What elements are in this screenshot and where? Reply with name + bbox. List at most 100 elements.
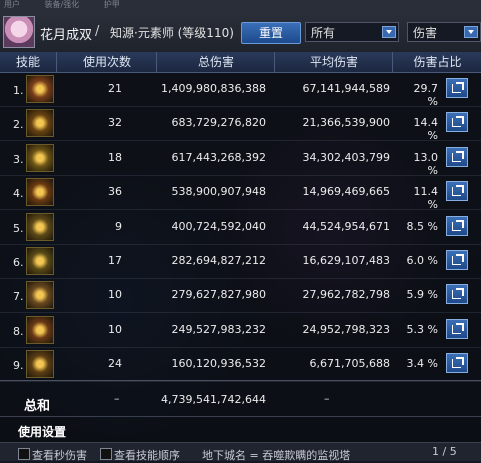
col-damage-pct[interactable]: 伤害占比: [392, 52, 481, 72]
chevron-down-icon[interactable]: [382, 26, 396, 38]
table-row[interactable]: 8. 10 249,527,983,232 24,952,798,323 5.3 %: [0, 313, 481, 348]
row-uses: 24: [108, 357, 122, 371]
col-skill[interactable]: 技能: [0, 52, 56, 72]
row-total-damage: 538,900,907,948: [171, 185, 266, 199]
row-avg-damage: 34,302,403,799: [302, 150, 390, 164]
show-skill-order-label: 查看技能顺序: [114, 449, 180, 462]
row-avg-damage: 6,671,705,688: [309, 357, 390, 371]
menu-armor[interactable]: 护甲: [104, 0, 120, 9]
row-rank: 4.: [13, 187, 24, 201]
row-avg-damage: 21,366,539,900: [302, 116, 390, 130]
row-total-damage: 282,694,827,212: [171, 254, 266, 267]
row-rank: 7.: [13, 290, 24, 304]
export-icon[interactable]: [446, 284, 468, 305]
table-row[interactable]: 3. 18 617,443,268,392 34,302,403,799 13.0 %: [0, 141, 481, 177]
avatar: [3, 16, 35, 48]
settings-button[interactable]: 使用设置: [18, 423, 66, 440]
character-class-level: 知源·元素师 (等级110): [110, 26, 234, 40]
table-row[interactable]: 9. 24 160,120,936,532 6,671,705,688 3.4 %: [0, 347, 481, 383]
reset-button[interactable]: 重置: [241, 22, 301, 44]
row-rank: 8.: [13, 324, 24, 338]
row-total-damage: 683,729,276,820: [171, 116, 266, 130]
pager[interactable]: 1 / 5: [432, 445, 457, 458]
export-icon[interactable]: [446, 146, 468, 167]
table-row[interactable]: 2. 32 683,729,276,820 21,366,539,900 14.4 %: [0, 106, 481, 143]
pillars-skill-icon: [26, 247, 54, 275]
row-total-damage: 279,627,827,980: [171, 288, 266, 302]
starburst-skill-icon: [26, 143, 54, 172]
row-avg-damage: 16,629,107,483: [302, 254, 390, 267]
stats-header: 花月成双 / 知源·元素师 (等级110) 重置 所有 伤害: [0, 10, 481, 53]
row-total-damage: 400,724,592,040: [171, 219, 266, 233]
show-dps-checkbox[interactable]: [18, 448, 30, 460]
row-avg-damage: 44,524,954,671: [302, 219, 390, 233]
row-avg-damage: 24,952,798,323: [302, 322, 390, 336]
footer-bar: 查看秒伤害 查看技能顺序 地下城名 = 吞噬欺瞒的监视塔 1 / 5: [0, 442, 481, 462]
row-avg-damage: 67,141,944,589: [302, 82, 390, 95]
row-total-damage: 249,527,983,232: [171, 322, 266, 336]
row-damage-pct: 5.3 %: [406, 322, 438, 336]
row-rank: 9.: [13, 359, 24, 373]
table-row[interactable]: 1. 21 1,409,980,836,388 67,141,944,589 29.7 …: [0, 72, 481, 108]
row-uses: 32: [108, 116, 122, 130]
menu-users[interactable]: 用户: [4, 0, 20, 9]
ripple-skill-icon: [26, 281, 54, 310]
gate-skill-icon: [26, 350, 54, 379]
row-uses: 21: [108, 82, 122, 95]
row-damage-pct: 14.4 %: [413, 116, 439, 143]
metric-dropdown[interactable]: 伤害: [407, 22, 481, 42]
export-icon[interactable]: [446, 112, 468, 133]
row-uses: 10: [108, 322, 122, 336]
flame-burst-skill-icon: [26, 109, 54, 138]
table-row[interactable]: 7. 10 279,627,827,980 27,962,782,798 5.9 %: [0, 278, 481, 314]
row-total-damage: 617,443,268,392: [171, 150, 266, 164]
top-menu-strip: 用户 装备/强化 护甲: [0, 0, 481, 10]
summary-label: 总和: [24, 399, 51, 414]
row-rank: 3.: [13, 152, 24, 166]
blaze-skill-icon: [26, 178, 54, 207]
summary-avg-damage: –: [324, 392, 330, 405]
col-total-damage[interactable]: 总伤害: [156, 52, 275, 72]
row-total-damage: 160,120,936,532: [171, 357, 266, 371]
row-uses: 17: [108, 254, 122, 267]
show-skill-order-checkbox[interactable]: [100, 448, 112, 460]
show-dps-label: 查看秒伤害: [32, 449, 87, 462]
col-avg-damage[interactable]: 平均伤害: [274, 52, 393, 72]
menu-equipment[interactable]: 装备/强化: [45, 0, 80, 9]
export-icon[interactable]: [446, 78, 468, 98]
export-icon[interactable]: [446, 215, 468, 236]
summary-total-damage: 4,739,541,742,644: [161, 393, 266, 406]
row-damage-pct: 5.9 %: [406, 288, 438, 302]
export-icon[interactable]: [446, 318, 468, 339]
export-icon[interactable]: [446, 250, 468, 270]
export-icon[interactable]: [446, 181, 468, 202]
name-separator: /: [95, 24, 100, 39]
row-damage-pct: 11.4 %: [413, 185, 439, 212]
table-row[interactable]: 5. 9 400,724,592,040 44,524,954,671 8.5 %: [0, 210, 481, 245]
table-row[interactable]: 6. 17 282,694,827,212 16,629,107,483 6.0 %: [0, 244, 481, 279]
row-uses: 36: [108, 185, 122, 199]
export-icon[interactable]: [446, 353, 468, 374]
row-uses: 18: [108, 150, 122, 164]
chevron-down-icon[interactable]: [464, 26, 478, 38]
row-rank: 6.: [13, 256, 24, 269]
meteor-skill-icon: [26, 315, 54, 344]
summary-row: 总和 – 4,739,541,742,644 –: [0, 380, 481, 417]
metric-dropdown-value: 伤害: [413, 26, 438, 40]
character-name: 花月成双: [40, 28, 93, 43]
table-header: 技能 使用次数 总伤害 平均伤害 伤害占比: [0, 52, 481, 73]
row-damage-pct: 3.4 %: [406, 357, 438, 371]
filter-dropdown[interactable]: 所有: [305, 22, 399, 42]
filter-dropdown-value: 所有: [311, 26, 336, 40]
row-avg-damage: 27,962,782,798: [302, 288, 390, 302]
dungeon-name: 地下城名 = 吞噬欺瞒的监视塔: [202, 449, 351, 462]
table-row[interactable]: 4. 36 538,900,907,948 14,969,469,665 11.4 %: [0, 175, 481, 212]
row-damage-pct: 13.0 %: [413, 150, 439, 177]
row-avg-damage: 14,969,469,665: [302, 185, 390, 199]
row-uses: 9: [115, 219, 122, 233]
col-uses[interactable]: 使用次数: [56, 52, 157, 72]
row-rank: 5.: [13, 221, 24, 235]
settings-bar: 使用设置: [0, 416, 481, 443]
row-total-damage: 1,409,980,836,388: [161, 82, 266, 95]
row-rank: 2.: [13, 118, 24, 132]
